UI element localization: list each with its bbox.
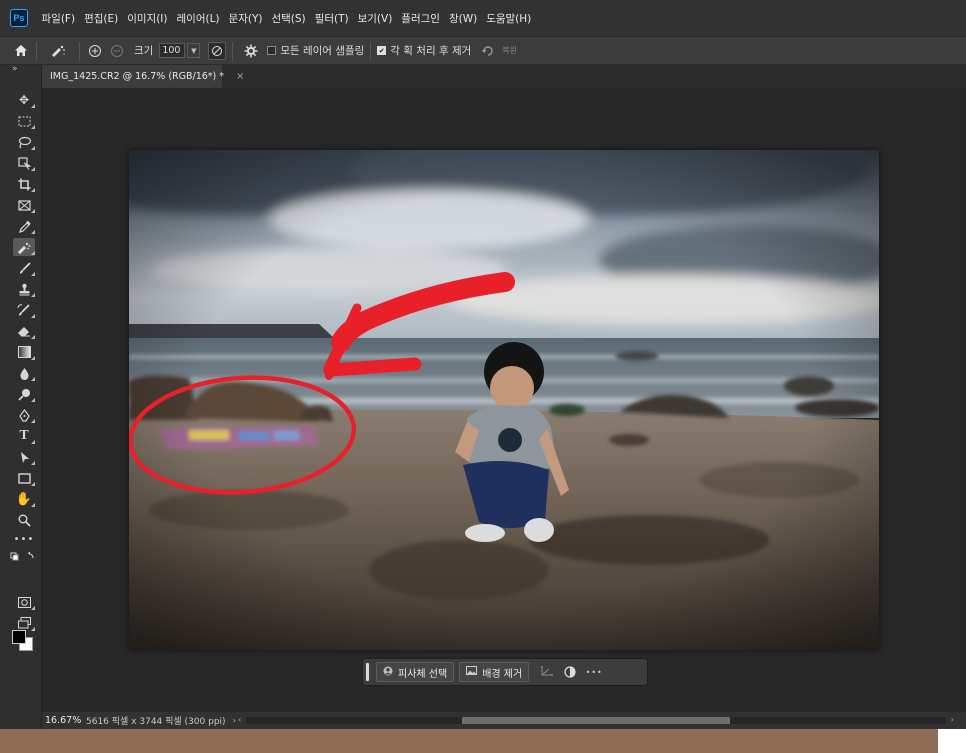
document-image[interactable] [129, 150, 879, 650]
type-icon[interactable]: T [13, 427, 35, 445]
path-select-icon[interactable] [13, 448, 35, 466]
person-icon [383, 666, 393, 679]
size-label: 크기 [134, 45, 154, 57]
menu-type[interactable]: 문자(Y) [224, 11, 267, 26]
pressure-size-icon[interactable] [208, 41, 227, 60]
document-tab-title: IMG_1425.CR2 @ 16.7% (RGB/16*) * [50, 71, 225, 82]
stroke-process-checkbox[interactable]: ✔ [377, 46, 387, 55]
adjustment-icon[interactable] [558, 662, 582, 682]
stroke-process-label: 각 획 처리 후 제거 [390, 45, 472, 57]
remove-background-label: 배경 제거 [482, 668, 523, 680]
tool-preset-icon[interactable] [43, 42, 73, 60]
horizontal-scrollbar[interactable]: ‹ › [238, 715, 954, 725]
collapse-panel-icon[interactable]: » [12, 64, 18, 74]
foreground-color-swatch[interactable] [12, 630, 26, 644]
brush-icon[interactable] [13, 259, 35, 277]
frame-icon[interactable] [13, 196, 35, 214]
add-mode-icon[interactable] [86, 42, 104, 60]
blur-icon[interactable] [13, 364, 35, 382]
contextual-task-bar: 피사체 선택 배경 제거 ••• [362, 658, 648, 686]
object-selection-icon[interactable] [13, 154, 35, 172]
hand-icon[interactable]: ✋ [13, 490, 35, 508]
menu-file[interactable]: 파일(F) [37, 11, 80, 26]
menu-window[interactable]: 창(W) [444, 11, 481, 26]
optbar-spacer [0, 50, 12, 51]
select-subject-button[interactable]: 피사체 선택 [376, 662, 455, 682]
home-icon[interactable] [12, 42, 30, 60]
menu-view[interactable]: 보기(V) [353, 11, 397, 26]
beach-photo [129, 150, 879, 650]
document-tab[interactable]: IMG_1425.CR2 @ 16.7% (RGB/16*) * × [42, 65, 244, 88]
document-info: 5616 픽셀 x 3744 픽셀 (300 ppi) [86, 717, 226, 727]
pen-icon[interactable] [13, 406, 35, 424]
subtract-mode-icon[interactable] [108, 42, 126, 60]
zoom-level-field[interactable]: 16.67% [42, 715, 82, 726]
restore-icon[interactable] [479, 42, 497, 60]
menu-select[interactable]: 선택(S) [267, 11, 310, 26]
divider [79, 41, 80, 60]
menu-edit[interactable]: 편집(E) [80, 11, 123, 26]
remove-background-button[interactable]: 배경 제거 [459, 662, 530, 682]
divider [232, 41, 234, 60]
more-options-icon[interactable]: ••• [582, 662, 606, 682]
document-tab-bar: IMG_1425.CR2 @ 16.7% (RGB/16*) * × [42, 65, 966, 88]
scroll-right-icon[interactable]: › [951, 715, 954, 724]
size-dropdown-icon[interactable]: ▼ [187, 43, 201, 58]
photoshop-logo-icon: Ps [10, 9, 28, 27]
default-colors-icon[interactable] [8, 548, 38, 566]
restore-label[interactable]: 복원 [502, 45, 517, 56]
menu-help[interactable]: 도움말(H) [482, 11, 536, 26]
history-brush-icon[interactable] [13, 301, 35, 319]
transform-icon[interactable] [534, 662, 558, 682]
scroll-left-icon[interactable]: ‹ [238, 715, 241, 724]
zoom-icon[interactable] [13, 511, 35, 529]
crop-icon[interactable] [13, 175, 35, 193]
menu-layer[interactable]: 레이어(L) [172, 11, 224, 26]
more-tools-icon[interactable]: ••• [13, 530, 35, 548]
divider [370, 41, 372, 60]
status-menu-arrow-icon[interactable]: › [233, 716, 236, 725]
status-bar: 16.67% 5616 픽셀 x 3744 픽셀 (300 ppi) › ‹ › [42, 711, 966, 729]
scroll-thumb[interactable] [462, 717, 730, 724]
lasso-icon[interactable] [13, 133, 35, 151]
image-icon [466, 666, 478, 678]
menu-image[interactable]: 이미지(I) [123, 11, 172, 26]
menu-filter[interactable]: 필터(T) [310, 11, 353, 26]
settings-gear-icon[interactable] [239, 42, 263, 60]
spot-healing-icon[interactable] [13, 238, 35, 256]
photoshop-window: Ps 파일(F) 편집(E) 이미지(I) 레이어(L) 문자(Y) 선택(S)… [0, 0, 966, 729]
dodge-icon[interactable] [13, 385, 35, 403]
sample-all-layers-label: 모든 레이어 샘플링 [280, 45, 365, 57]
eyedropper-icon[interactable] [13, 217, 35, 235]
size-input[interactable]: 100 [159, 43, 186, 58]
eraser-icon[interactable] [13, 322, 35, 340]
menu-bar: Ps 파일(F) 편집(E) 이미지(I) 레이어(L) 문자(Y) 선택(S)… [0, 0, 966, 36]
gradient-icon[interactable] [13, 343, 35, 361]
stamp-icon[interactable] [13, 280, 35, 298]
rectangle-icon[interactable] [13, 469, 35, 487]
options-bar: 크기 100 ▼ 모든 레이어 샘플링 ✔ 각 획 처리 후 제거 복원 [0, 36, 966, 65]
drag-handle[interactable] [366, 663, 369, 681]
divider [36, 41, 37, 60]
screen-mode-icon[interactable] [13, 614, 35, 632]
quick-mask-icon[interactable] [13, 593, 35, 611]
sample-all-layers-checkbox[interactable] [267, 46, 277, 55]
marquee-icon[interactable] [13, 112, 35, 130]
desktop-corner [938, 729, 966, 753]
move-icon[interactable]: ✥ [13, 91, 35, 109]
close-icon[interactable]: × [236, 71, 244, 82]
canvas-area[interactable]: 피사체 선택 배경 제거 ••• [42, 88, 966, 711]
select-subject-label: 피사체 선택 [398, 668, 448, 680]
tools-panel: » ✥ T ✋ ••• [0, 64, 42, 729]
menu-plugins[interactable]: 플러그인 [397, 11, 445, 26]
